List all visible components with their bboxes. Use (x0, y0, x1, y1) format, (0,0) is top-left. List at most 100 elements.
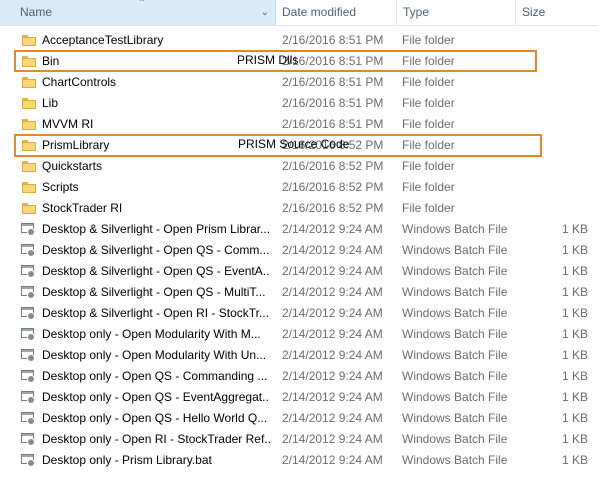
file-type: File folder (402, 96, 455, 110)
file-name: Scripts (42, 180, 79, 194)
batch-file-icon (21, 391, 35, 404)
file-name: Desktop & Silverlight - Open Prism Libra… (42, 222, 270, 236)
file-row[interactable]: Desktop only - Open QS - Commanding ... 2… (0, 366, 598, 387)
file-name: Desktop only - Prism Library.bat (42, 453, 212, 467)
file-type: File folder (402, 180, 455, 194)
column-header-name-label: Name (20, 5, 53, 19)
file-size: 1 KB (561, 411, 588, 425)
file-name: MVVM RI (42, 117, 94, 131)
file-name: Desktop & Silverlight - Open QS - EventA… (42, 264, 270, 278)
file-size (516, 93, 588, 114)
file-row[interactable]: Desktop & Silverlight - Open Prism Libra… (0, 219, 598, 240)
batch-file-icon (21, 244, 35, 257)
sort-indicator-icon: ⌃ (138, 0, 147, 9)
file-date-modified: 2/16/2016 8:51 PM (282, 117, 384, 131)
file-name: Desktop only - Open Modularity With M... (42, 327, 261, 341)
file-type: Windows Batch File (402, 243, 508, 257)
column-header-type[interactable]: Type (397, 0, 516, 25)
batch-file-icon (21, 286, 35, 299)
file-row[interactable]: Scripts 2/16/2016 8:52 PM File folder (0, 177, 598, 198)
batch-file-icon (21, 370, 35, 383)
file-date-modified: 2/16/2016 8:52 PM (282, 180, 384, 194)
file-date-modified: 2/14/2012 9:24 AM (282, 285, 383, 299)
batch-file-icon (21, 349, 35, 362)
column-header-size[interactable]: Size (516, 0, 598, 25)
file-size: 1 KB (561, 306, 588, 320)
file-name: Lib (42, 96, 59, 110)
file-row[interactable]: ChartControls 2/16/2016 8:51 PM File folde… (0, 72, 598, 93)
file-date-modified: 2/14/2012 9:24 AM (282, 432, 383, 446)
file-name: Desktop only - Open QS - Commanding ... (42, 369, 268, 383)
file-size: 1 KB (561, 369, 588, 383)
file-size (516, 156, 588, 177)
column-header-name[interactable]: ⌃ Name ⌄ (0, 0, 276, 25)
file-row[interactable]: StockTrader RI 2/16/2016 8:52 PM File fold… (0, 198, 598, 219)
column-header-date[interactable]: Date modified (276, 0, 397, 25)
file-type: File folder (402, 75, 455, 89)
column-header-bar: ⌃ Name ⌄ Date modified Type Size (0, 0, 598, 26)
file-date-modified: 2/14/2012 9:24 AM (282, 348, 383, 362)
file-type: Windows Batch File (402, 369, 508, 383)
prismlibrary-callout-label: PRISM Source Code (238, 137, 350, 151)
batch-file-icon (21, 223, 35, 236)
batch-file-icon (21, 454, 35, 467)
file-row[interactable]: AcceptanceTestLibrary 2/16/2016 8:51 PM Fi… (0, 30, 598, 51)
file-name: Desktop only - Open QS - Hello World Q..… (42, 411, 268, 425)
file-row[interactable]: Desktop & Silverlight - Open QS - EventA… (0, 261, 598, 282)
folder-icon (22, 119, 36, 130)
file-row[interactable]: Desktop & Silverlight - Open QS - Comm..… (0, 240, 598, 261)
file-row[interactable]: Lib 2/16/2016 8:51 PM File folder (0, 93, 598, 114)
file-row[interactable]: Desktop only - Open QS - EventAggregat..… (0, 387, 598, 408)
file-type: File folder (402, 159, 455, 173)
file-date-modified: 2/16/2016 8:51 PM (282, 33, 384, 47)
chevron-down-icon[interactable]: ⌄ (261, 0, 269, 25)
file-type: Windows Batch File (402, 306, 508, 320)
file-row[interactable]: Desktop & Silverlight - Open RI - StockT… (0, 303, 598, 324)
file-size: 1 KB (561, 222, 588, 236)
batch-file-icon (21, 265, 35, 278)
file-row[interactable]: Desktop only - Open QS - Hello World Q..… (0, 408, 598, 429)
column-header-size-label: Size (522, 5, 546, 19)
file-date-modified: 2/14/2012 9:24 AM (282, 327, 383, 341)
file-size (516, 177, 588, 198)
file-date-modified: 2/14/2012 9:24 AM (282, 243, 383, 257)
file-size: 1 KB (561, 285, 588, 299)
file-size: 1 KB (561, 390, 588, 404)
file-size (516, 72, 588, 93)
file-row[interactable]: Desktop only - Prism Library.bat 2/14/201… (0, 450, 598, 471)
file-name: ChartControls (42, 75, 117, 89)
file-size (516, 114, 588, 135)
file-date-modified: 2/14/2012 9:24 AM (282, 264, 383, 278)
file-type: Windows Batch File (402, 411, 508, 425)
file-row[interactable]: Desktop only - Open Modularity With M...… (0, 324, 598, 345)
file-name: StockTrader RI (42, 201, 123, 215)
file-type: Windows Batch File (402, 453, 508, 467)
file-type: File folder (402, 117, 455, 131)
file-date-modified: 2/14/2012 9:24 AM (282, 411, 383, 425)
file-name: Desktop only - Open Modularity With Un..… (42, 348, 267, 362)
file-date-modified: 2/14/2012 9:24 AM (282, 369, 383, 383)
file-name: Desktop & Silverlight - Open RI - StockT… (42, 306, 269, 320)
file-size: 1 KB (561, 243, 588, 257)
file-size: 1 KB (561, 327, 588, 341)
file-row[interactable]: Quickstarts 2/16/2016 8:52 PM File folder (0, 156, 598, 177)
file-date-modified: 2/16/2016 8:51 PM (282, 75, 384, 89)
file-type: Windows Batch File (402, 264, 508, 278)
folder-icon (22, 98, 36, 109)
file-row[interactable]: Desktop only - Open Modularity With Un..… (0, 345, 598, 366)
folder-icon (22, 203, 36, 214)
batch-file-icon (21, 412, 35, 425)
file-type: Windows Batch File (402, 390, 508, 404)
column-header-type-label: Type (403, 5, 430, 19)
folder-icon (22, 35, 36, 46)
file-type: Windows Batch File (402, 222, 508, 236)
file-row[interactable]: Desktop only - Open RI - StockTrader Ref… (0, 429, 598, 450)
file-type: Windows Batch File (402, 327, 508, 341)
file-row[interactable]: MVVM RI 2/16/2016 8:51 PM File folder (0, 114, 598, 135)
file-name: Desktop & Silverlight - Open QS - MultiT… (42, 285, 266, 299)
file-size: 1 KB (561, 432, 588, 446)
file-row[interactable]: Desktop & Silverlight - Open QS - MultiT… (0, 282, 598, 303)
column-header-date-label: Date modified (282, 5, 357, 19)
batch-file-icon (21, 328, 35, 341)
file-name: Desktop & Silverlight - Open QS - Comm..… (42, 243, 270, 257)
